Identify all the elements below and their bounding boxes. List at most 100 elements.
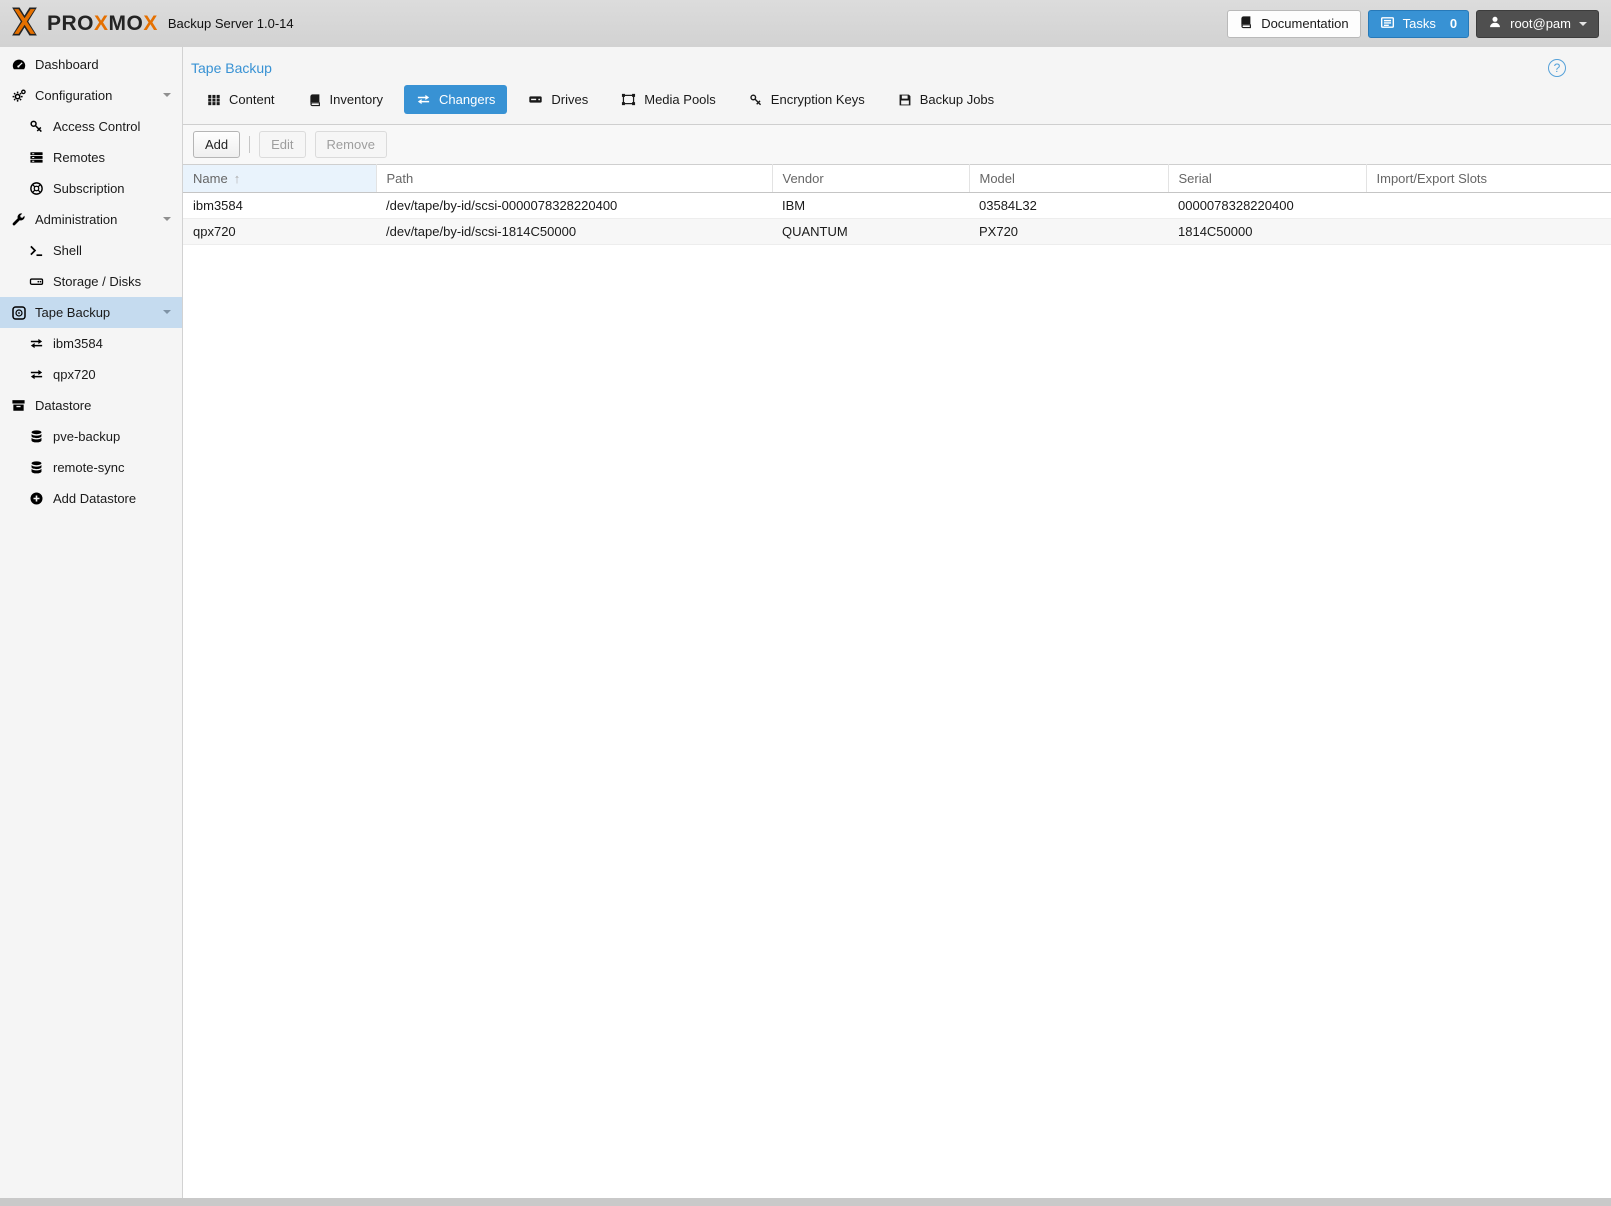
dashboard-icon xyxy=(10,57,27,73)
sidebar-item-label: remote-sync xyxy=(53,460,125,475)
exchange-icon xyxy=(28,367,45,382)
sidebar-item-shell[interactable]: Shell xyxy=(0,235,182,266)
sidebar-item-administration[interactable]: Administration xyxy=(0,204,182,235)
tab-label: Encryption Keys xyxy=(771,92,865,107)
sidebar-item-subscription[interactable]: Subscription xyxy=(0,173,182,204)
sidebar-item-label: Remotes xyxy=(53,150,105,165)
hdd-icon xyxy=(28,274,45,289)
cell-name: qpx720 xyxy=(183,219,376,245)
table-header-row: Name↑ Path Vendor Model Serial Import/Ex… xyxy=(183,165,1611,193)
main-panel: Tape Backup ? Content Inventory xyxy=(183,47,1611,1198)
grid-icon xyxy=(207,93,221,107)
sidebar-item-pve-backup[interactable]: pve-backup xyxy=(0,421,182,452)
proxmox-logo: PROXMOX xyxy=(8,5,158,43)
tasks-count-badge: 0 xyxy=(1450,16,1457,31)
product-version-label: Backup Server 1.0-14 xyxy=(168,16,294,31)
sidebar-item-dashboard[interactable]: Dashboard xyxy=(0,49,182,80)
table-row-ibm3584[interactable]: ibm3584 /dev/tape/by-id/scsi-00000783282… xyxy=(183,193,1611,219)
tab-media-pools[interactable]: Media Pools xyxy=(609,85,728,114)
column-header-name[interactable]: Name↑ xyxy=(183,165,376,193)
sidebar-item-storage-disks[interactable]: Storage / Disks xyxy=(0,266,182,297)
cell-serial: 0000078328220400 xyxy=(1168,193,1366,219)
sidebar-item-label: pve-backup xyxy=(53,429,120,444)
terminal-icon xyxy=(28,243,45,258)
user-icon xyxy=(1488,15,1502,32)
proxmox-backup-server-window: PROXMOX Backup Server 1.0-14 Documentati… xyxy=(0,0,1611,1206)
chevron-down-icon[interactable] xyxy=(163,93,171,101)
cell-model: 03584L32 xyxy=(969,193,1168,219)
user-label: root@pam xyxy=(1510,16,1571,31)
tab-label: Backup Jobs xyxy=(920,92,994,107)
table-row-qpx720[interactable]: qpx720 /dev/tape/by-id/scsi-1814C50000 Q… xyxy=(183,219,1611,245)
sidebar-item-qpx720[interactable]: qpx720 xyxy=(0,359,182,390)
tab-drives[interactable]: Drives xyxy=(516,85,600,114)
top-bar-actions: Documentation Tasks 0 root@pam xyxy=(1227,10,1599,38)
life-ring-icon xyxy=(28,181,45,196)
sidebar-item-datastore[interactable]: Datastore xyxy=(0,390,182,421)
tab-inventory[interactable]: Inventory xyxy=(296,85,395,114)
chevron-down-icon[interactable] xyxy=(163,310,171,318)
proxmox-wordmark: PROXMOX xyxy=(47,13,158,34)
sidebar-item-tape-backup[interactable]: Tape Backup xyxy=(0,297,182,328)
database-icon xyxy=(28,460,45,475)
cell-vendor: IBM xyxy=(772,193,969,219)
exchange-icon xyxy=(28,336,45,351)
sidebar-item-add-datastore[interactable]: Add Datastore xyxy=(0,483,182,514)
add-button[interactable]: Add xyxy=(193,131,240,158)
key-icon xyxy=(749,93,763,107)
cell-path: /dev/tape/by-id/scsi-1814C50000 xyxy=(376,219,772,245)
remove-button[interactable]: Remove xyxy=(315,131,387,158)
cell-serial: 1814C50000 xyxy=(1168,219,1366,245)
sidebar-item-label: Configuration xyxy=(35,88,112,103)
sidebar-item-remote-sync[interactable]: remote-sync xyxy=(0,452,182,483)
tab-encryption-keys[interactable]: Encryption Keys xyxy=(737,85,877,114)
save-icon xyxy=(898,93,912,107)
edit-button[interactable]: Edit xyxy=(259,131,305,158)
exchange-icon xyxy=(416,92,431,107)
wrench-icon xyxy=(10,212,27,227)
sidebar-item-label: Subscription xyxy=(53,181,125,196)
sidebar-item-ibm3584[interactable]: ibm3584 xyxy=(0,328,182,359)
sidebar-item-label: Storage / Disks xyxy=(53,274,141,289)
help-icon[interactable]: ? xyxy=(1548,59,1566,77)
toolbar-separator xyxy=(249,136,250,153)
sort-ascending-icon: ↑ xyxy=(234,171,241,186)
sidebar-item-remotes[interactable]: Remotes xyxy=(0,142,182,173)
archive-icon xyxy=(10,398,27,413)
cell-vendor: QUANTUM xyxy=(772,219,969,245)
sidebar-item-access-control[interactable]: Access Control xyxy=(0,111,182,142)
remotes-icon xyxy=(28,150,45,165)
column-header-serial[interactable]: Serial xyxy=(1168,165,1366,193)
column-header-model[interactable]: Model xyxy=(969,165,1168,193)
sidebar-item-label: Shell xyxy=(53,243,82,258)
sidebar-item-label: ibm3584 xyxy=(53,336,103,351)
sidebar-item-label: Tape Backup xyxy=(35,305,110,320)
tasks-button[interactable]: Tasks 0 xyxy=(1368,10,1469,38)
tab-content[interactable]: Content xyxy=(195,85,287,114)
panel-header: Tape Backup ? xyxy=(183,47,1611,82)
drive-icon xyxy=(528,92,543,107)
documentation-label: Documentation xyxy=(1261,16,1348,31)
sidebar-item-label: Datastore xyxy=(35,398,91,413)
chevron-down-icon xyxy=(1579,22,1587,30)
sidebar-item-label: Access Control xyxy=(53,119,140,134)
tape-icon xyxy=(10,305,27,321)
app-body: Dashboard Configuration Access Control xyxy=(0,47,1611,1198)
user-menu-button[interactable]: root@pam xyxy=(1476,10,1599,38)
sidebar-item-configuration[interactable]: Configuration xyxy=(0,80,182,111)
tab-label: Content xyxy=(229,92,275,107)
tab-backup-jobs[interactable]: Backup Jobs xyxy=(886,85,1006,114)
tab-label: Media Pools xyxy=(644,92,716,107)
top-bar: PROXMOX Backup Server 1.0-14 Documentati… xyxy=(0,0,1611,47)
column-header-path[interactable]: Path xyxy=(376,165,772,193)
column-header-vendor[interactable]: Vendor xyxy=(772,165,969,193)
chevron-down-icon[interactable] xyxy=(163,217,171,225)
tasks-label: Tasks xyxy=(1403,16,1436,31)
toolbar: Add Edit Remove xyxy=(183,125,1611,164)
proxmox-x-logo-icon xyxy=(8,5,41,43)
cell-import-export-slots xyxy=(1366,193,1611,219)
key-icon xyxy=(28,119,45,134)
column-header-import-export-slots[interactable]: Import/Export Slots xyxy=(1366,165,1611,193)
documentation-button[interactable]: Documentation xyxy=(1227,10,1360,38)
tab-changers[interactable]: Changers xyxy=(404,85,507,114)
